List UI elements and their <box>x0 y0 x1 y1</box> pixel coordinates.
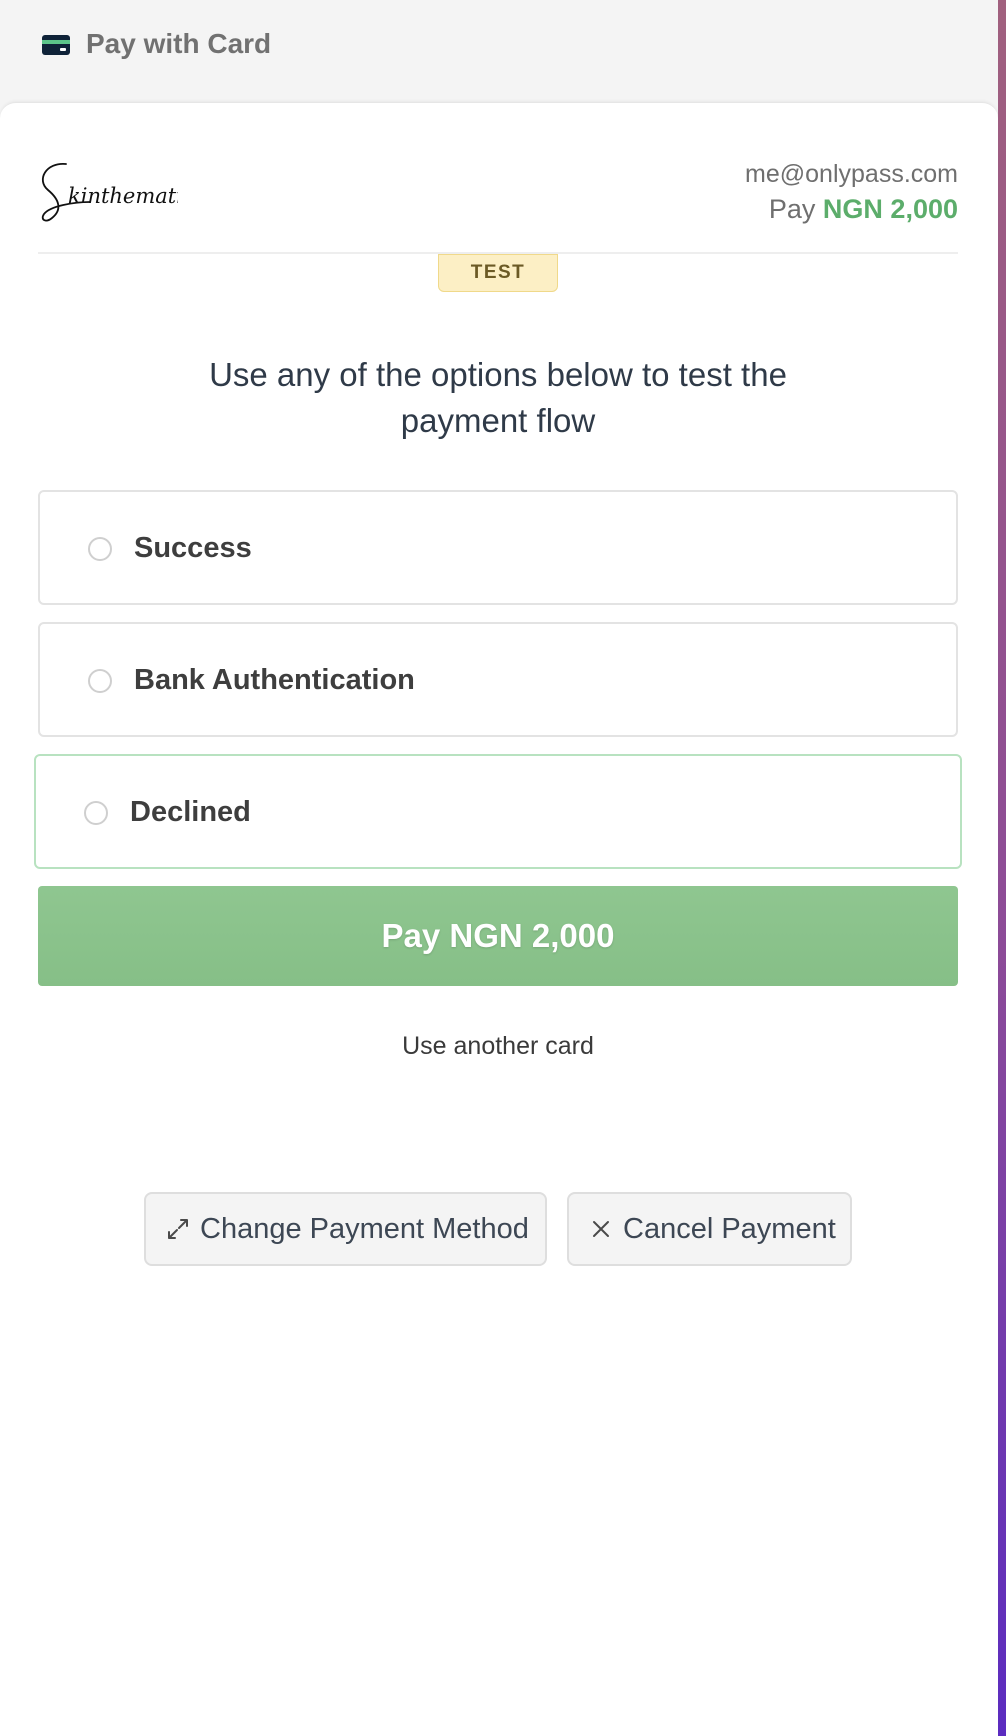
bank-authentication-radio[interactable] <box>88 669 112 693</box>
pay-amount: NGN 2,000 <box>822 194 958 224</box>
credit-card-icon <box>42 35 70 55</box>
close-icon <box>593 1221 609 1237</box>
cancel-payment-label: Cancel Payment <box>623 1212 836 1245</box>
swap-arrows-icon <box>168 1219 188 1239</box>
top-header: Pay with Card <box>0 0 998 102</box>
merchant-logo: kinthematics <box>41 163 178 222</box>
option-declined[interactable]: Declined <box>34 754 962 869</box>
window-edge-strip <box>998 0 1006 1736</box>
test-instructions: Use any of the options below to test the… <box>209 356 787 439</box>
option-success[interactable]: Success <box>38 490 958 605</box>
test-mode-badge: TEST <box>438 254 558 292</box>
pay-button[interactable]: Pay NGN 2,000 <box>38 886 958 986</box>
option-label: Success <box>134 532 252 564</box>
pay-amount-line: Pay NGN 2,000 <box>769 194 958 225</box>
cancel-payment-button[interactable]: Cancel Payment <box>567 1192 852 1266</box>
success-radio[interactable] <box>88 537 112 561</box>
change-payment-method-label: Change Payment Method <box>200 1212 529 1245</box>
customer-email: me@onlypass.com <box>745 160 958 188</box>
option-label: Declined <box>130 796 251 828</box>
payment-page: Pay with Card kinthematics me@onlypass.c… <box>0 0 1006 1736</box>
pay-prefix: Pay <box>768 194 816 224</box>
header-title: Pay with Card <box>86 28 272 59</box>
option-label: Bank Authentication <box>134 664 415 696</box>
svg-text:kinthematics: kinthematics <box>68 184 178 208</box>
use-another-card-link[interactable]: Use another card <box>300 1032 696 1061</box>
declined-radio[interactable] <box>84 801 108 825</box>
change-payment-method-button[interactable]: Change Payment Method <box>144 1192 547 1266</box>
option-bank-authentication[interactable]: Bank Authentication <box>38 622 958 737</box>
